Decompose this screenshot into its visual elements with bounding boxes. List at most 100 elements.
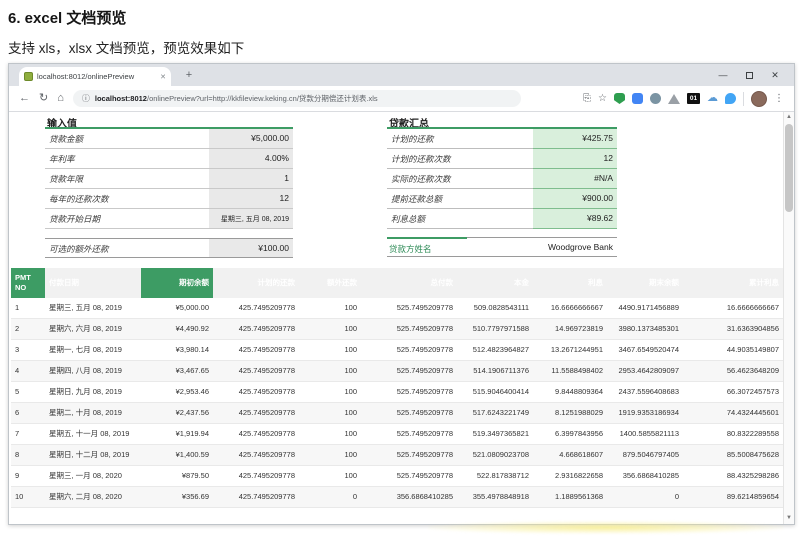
schedule-cell: 510.7797971588 — [457, 318, 533, 340]
triangle-extension-icon[interactable] — [668, 93, 680, 104]
schedule-cell: 522.817838712 — [457, 465, 533, 487]
schedule-cell: ¥2,953.46 — [141, 381, 213, 403]
field-label: 每年的还款次数 — [49, 194, 109, 204]
minimize-button[interactable]: — — [710, 64, 736, 86]
schedule-cell: 525.7495209778 — [361, 402, 457, 424]
schedule-cell: 星期日, 九月 08, 2019 — [45, 381, 141, 403]
schedule-row: 2 星期六, 六月 08, 2019 ¥4,490.92 425.7495209778… — [11, 318, 783, 340]
field-value: ¥900.00 — [533, 189, 617, 209]
schedule-row: 9 星期三, 一月 08, 2020 ¥879.50 425.7495209778 10… — [11, 465, 783, 487]
schedule-cell: 525.7495209778 — [361, 465, 457, 487]
schedule-row: 6 星期二, 十月 08, 2019 ¥2,437.56 425.7495209778… — [11, 402, 783, 424]
input-values-table: 贷款金额 ¥5,000.00 年利率 4.00% 贷款年限 1 每年的还款次数 12 贷款开始日… — [45, 127, 293, 229]
schedule-row: 5 星期日, 九月 08, 2019 ¥2,953.46 425.7495209778… — [11, 381, 783, 403]
schedule-cell: ¥3,980.14 — [141, 339, 213, 361]
close-button[interactable]: ✕ — [762, 64, 788, 86]
schedule-row: 1 星期三, 五月 08, 2019 ¥5,000.00 425.7495209778… — [11, 298, 783, 319]
schedule-cell: ¥3,467.65 — [141, 360, 213, 382]
tab-title: localhost:8012/onlinePreview — [37, 72, 135, 81]
schedule-cell: 11.5588498402 — [533, 360, 607, 382]
send-to-device-icon[interactable]: ⎘ — [583, 93, 591, 104]
loan-summary-table: 计划的还款 ¥425.75 计划的还款次数 12 实际的还款次数 #N/A 提前还款总额 ¥9… — [387, 127, 617, 229]
schedule-col-header: 期末余额 — [607, 268, 683, 298]
schedule-cell: 525.7495209778 — [361, 444, 457, 466]
new-tab-button[interactable]: + — [181, 68, 197, 84]
browser-tab[interactable]: localhost:8012/onlinePreview ✕ — [19, 67, 171, 86]
schedule-cell: 89.6214859654 — [683, 486, 783, 508]
vertical-scrollbar[interactable]: ▲ ▼ — [783, 112, 794, 524]
schedule-cell: 2.9316822658 — [533, 465, 607, 487]
scrollbar-thumb[interactable] — [785, 124, 793, 212]
shield-extension-icon[interactable] — [614, 93, 625, 104]
bird-extension-icon[interactable] — [725, 93, 736, 104]
scrollbar-down-icon[interactable]: ▼ — [784, 513, 794, 524]
profile-avatar[interactable] — [751, 90, 767, 107]
menu-dots-icon[interactable]: ⋮ — [774, 93, 784, 104]
schedule-cell: 星期六, 六月 08, 2019 — [45, 318, 141, 340]
schedule-cell: 85.5008475628 — [683, 444, 783, 466]
schedule-cell: 1400.5855821113 — [607, 423, 683, 445]
bookmark-star-icon[interactable]: ☆ — [598, 93, 607, 104]
schedule-col-header: 期初余额 — [141, 268, 213, 298]
scrollbar-up-icon[interactable]: ▲ — [784, 112, 794, 123]
url-path: /onlinePreview?url=http://kkfileview.kek… — [146, 94, 378, 103]
docs-extension-icon[interactable] — [632, 93, 643, 104]
pmt-no-cell: 4 — [11, 360, 45, 382]
schedule-cell: 356.6868410285 — [361, 486, 457, 508]
schedule-cell: 425.7495209778 — [213, 381, 299, 403]
field-label: 计划的还款 — [391, 134, 434, 144]
schedule-cell: 1919.9353186934 — [607, 402, 683, 424]
toolbar-separator — [743, 91, 744, 106]
input-row: 贷款年限 1 — [45, 169, 293, 189]
schedule-cell: 525.7495209778 — [361, 423, 457, 445]
schedule-cell: 31.6363904856 — [683, 318, 783, 340]
schedule-cell: 425.7495209778 — [213, 465, 299, 487]
field-value: ¥425.75 — [533, 129, 617, 149]
reload-icon[interactable]: ↻ — [39, 93, 48, 104]
schedule-cell: 56.4623648209 — [683, 360, 783, 382]
site-info-icon[interactable]: ⓘ — [82, 93, 90, 104]
schedule-cell: 525.7495209778 — [361, 318, 457, 340]
pmt-no-cell: 3 — [11, 339, 45, 361]
schedule-cell: 509.0828543111 — [457, 298, 533, 319]
schedule-cell: ¥4,490.92 — [141, 318, 213, 340]
schedule-cell: 425.7495209778 — [213, 486, 299, 508]
field-value: 4.00% — [209, 149, 293, 168]
url-host: localhost:8012 — [94, 94, 147, 103]
pmt-no-cell: 7 — [11, 423, 45, 445]
schedule-cell: 355.4978848918 — [457, 486, 533, 508]
window-controls: — ✕ — [710, 64, 788, 86]
schedule-cell: 3467.6549520474 — [607, 339, 683, 361]
schedule-col-header: 总付款 — [361, 268, 457, 298]
schedule-cell: 515.9046400414 — [457, 381, 533, 403]
schedule-cell: 425.7495209778 — [213, 444, 299, 466]
schedule-col-header: 额外还款 — [299, 268, 361, 298]
summary-row: 提前还款总额 ¥900.00 — [387, 189, 617, 209]
schedule-cell: 星期三, 五月 08, 2019 — [45, 298, 141, 319]
watermark — [428, 521, 784, 534]
badge-01-extension-icon[interactable]: 01 — [687, 93, 700, 104]
url-text: localhost:8012/onlinePreview?url=http://… — [95, 93, 378, 104]
summary-row: 计划的还款 ¥425.75 — [387, 129, 617, 149]
address-bar[interactable]: ⓘ localhost:8012/onlinePreview?url=http:… — [72, 90, 521, 107]
field-value: 1 — [209, 169, 293, 188]
schedule-cell: 4490.9171456889 — [607, 298, 683, 319]
cloud-extension-icon[interactable]: ☁ — [707, 93, 718, 104]
home-icon[interactable]: ⌂ — [57, 93, 64, 104]
schedule-cell: 星期三, 一月 08, 2020 — [45, 465, 141, 487]
schedule-cell: 星期二, 十月 08, 2019 — [45, 402, 141, 424]
schedule-cell: 星期一, 七月 08, 2019 — [45, 339, 141, 361]
schedule-row: 4 星期四, 八月 08, 2019 ¥3,467.65 425.7495209778… — [11, 360, 783, 382]
back-icon[interactable]: ← — [19, 93, 30, 104]
schedule-cell: 3980.1373485301 — [607, 318, 683, 340]
circle-extension-icon[interactable] — [650, 93, 661, 104]
extra-payment-label: 可选的额外还款 — [49, 244, 109, 254]
browser-window: localhost:8012/onlinePreview ✕ + — ✕ ← ↻… — [8, 63, 795, 525]
maximize-button[interactable] — [736, 64, 762, 86]
field-label: 贷款年限 — [49, 174, 84, 184]
tab-close-icon[interactable]: ✕ — [160, 73, 166, 81]
field-value: 星期三, 五月 08, 2019 — [209, 209, 293, 228]
schedule-cell: 6.3997843956 — [533, 423, 607, 445]
schedule-cell: 514.1906711376 — [457, 360, 533, 382]
field-label: 计划的还款次数 — [391, 154, 451, 164]
